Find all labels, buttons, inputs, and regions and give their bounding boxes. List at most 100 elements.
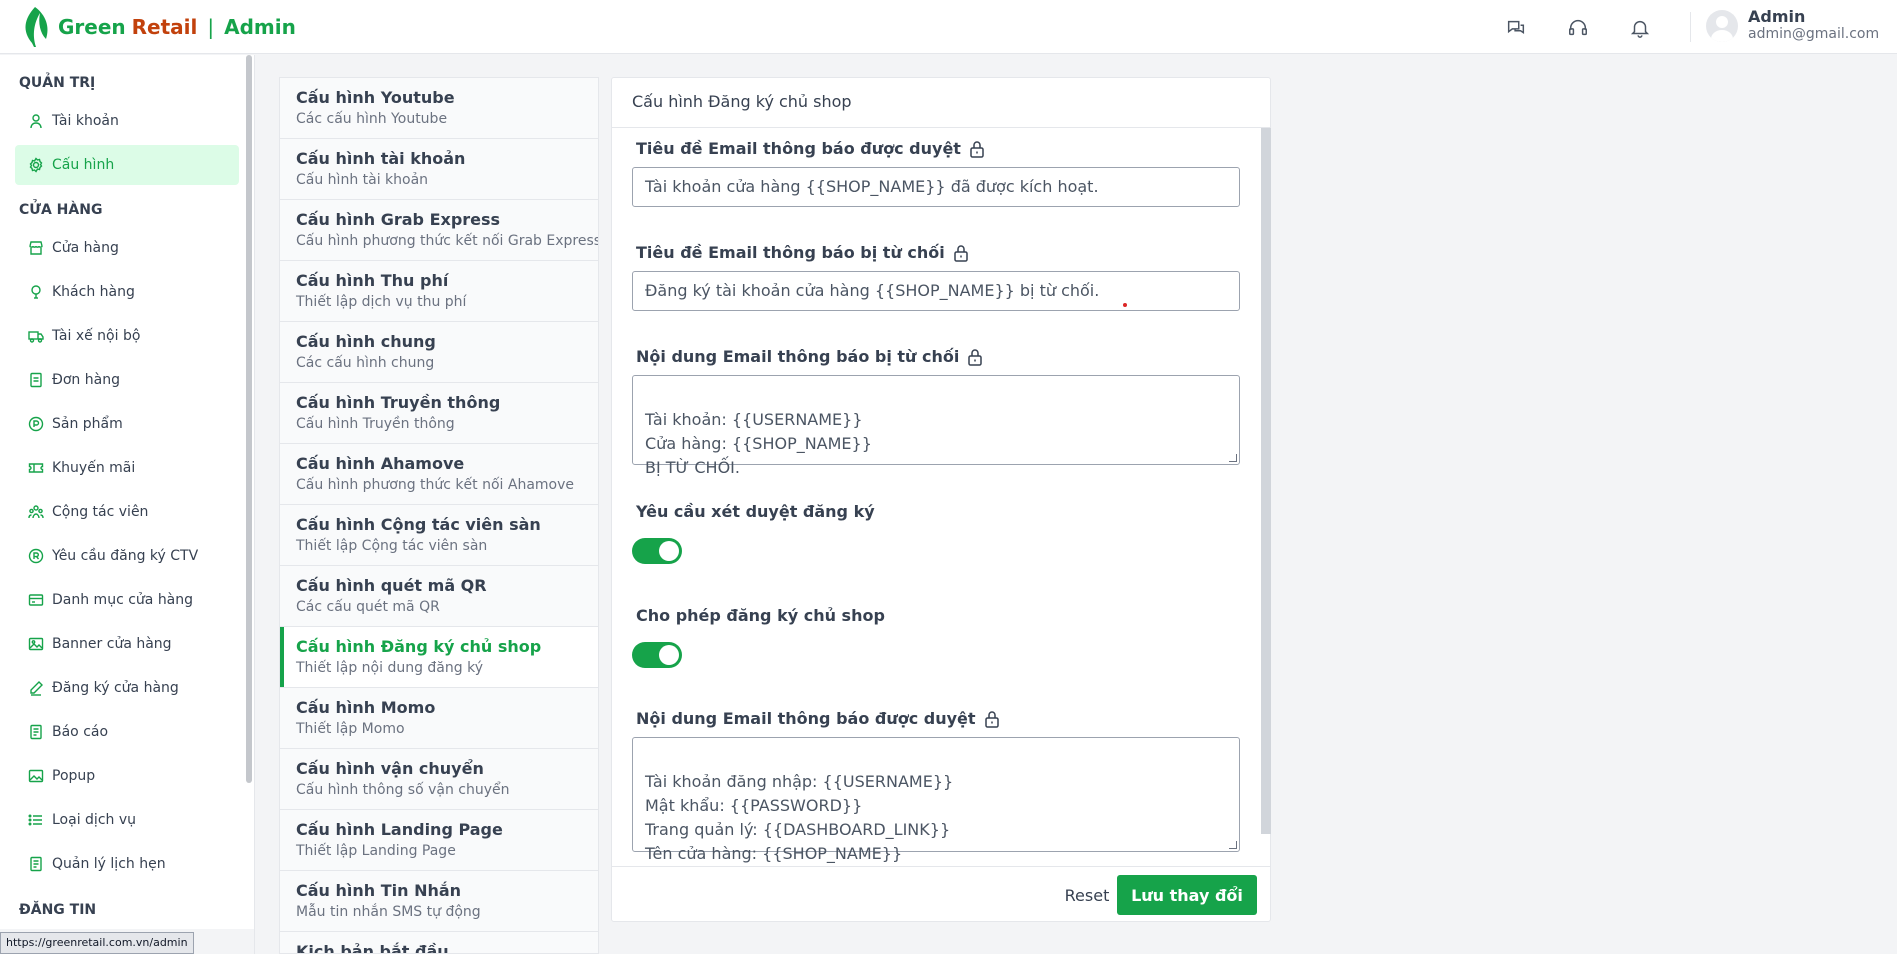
settings-item-shop-register[interactable]: Cấu hình Đăng ký chủ shop Thiết lập nội …	[280, 627, 598, 688]
sidebar-item-order[interactable]: Đơn hàng	[15, 360, 239, 400]
allow-register-toggle[interactable]	[632, 642, 682, 668]
resize-handle[interactable]	[1229, 454, 1237, 462]
sidebar-item-label: Danh mục cửa hàng	[52, 592, 194, 608]
settings-item-title: Cấu hình Ahamove	[296, 454, 465, 473]
settings-item-subtitle: Thiết lập Momo	[296, 721, 405, 737]
settings-item-sms[interactable]: Cấu hình Tin Nhắn Mẫu tin nhắn SMS tự độ…	[280, 871, 598, 932]
settings-item-title: Cấu hình Tin Nhắn	[296, 881, 462, 900]
brand-admin-text: Admin	[224, 14, 296, 39]
settings-item-title: Cấu hình Truyền thông	[296, 393, 501, 412]
gear-icon	[29, 157, 43, 173]
settings-item-ahamove[interactable]: Cấu hình Ahamove Cấu hình phương thức kế…	[280, 444, 598, 505]
settings-item-fee[interactable]: Cấu hình Thu phí Thiết lập dịch vụ thu p…	[280, 261, 598, 322]
brand-green-text: Green	[58, 14, 126, 39]
sidebar: QUẢN TRỊ Tài khoản Cấu hình CỬA HÀNG Cửa…	[0, 55, 255, 954]
save-button[interactable]: Lưu thay đổi	[1117, 875, 1257, 915]
sidebar-item-label: Yêu cầu đăng ký CTV	[52, 548, 199, 564]
settings-item-account[interactable]: Cấu hình tài khoản Cấu hình tài khoản	[280, 139, 598, 200]
sidebar-item-popup[interactable]: Popup	[15, 756, 239, 796]
settings-item-title: Kịch bản bắt đầu	[296, 942, 449, 954]
sidebar-item-ctv-request[interactable]: Yêu cầu đăng ký CTV	[15, 536, 239, 576]
settings-item-youtube[interactable]: Cấu hình Youtube Các cấu hình Youtube	[280, 78, 598, 139]
settings-item-title: Cấu hình Đăng ký chủ shop	[296, 637, 542, 656]
chat-icon[interactable]	[1500, 12, 1532, 44]
sidebar-item-collaborator[interactable]: Cộng tác viên	[15, 492, 239, 532]
sidebar-item-store[interactable]: Cửa hàng	[15, 228, 239, 268]
sidebar-item-store-banner[interactable]: Banner cửa hàng	[15, 624, 239, 664]
sidebar-item-driver[interactable]: Tài xế nội bộ	[15, 316, 239, 356]
sidebar-item-label: Popup	[52, 768, 96, 784]
sidebar-item-service-type[interactable]: Loại dịch vụ	[15, 800, 239, 840]
settings-item-momo[interactable]: Cấu hình Momo Thiết lập Momo	[280, 688, 598, 749]
settings-item-subtitle: Cấu hình tài khoản	[296, 172, 429, 188]
sidebar-item-label: Cộng tác viên	[52, 504, 149, 520]
settings-item-shipping[interactable]: Cấu hình vận chuyển Cấu hình thông số vậ…	[280, 749, 598, 810]
panel-body: Tiêu đề Email thông báo được duyệt Tài k…	[612, 128, 1260, 866]
settings-item-title: Cấu hình vận chuyển	[296, 759, 484, 778]
sidebar-item-label: Loại dịch vụ	[52, 812, 136, 828]
settings-item-subtitle: Cấu hình phương thức kết nối Ahamove	[296, 477, 574, 493]
cursor-dot	[1123, 303, 1127, 307]
sidebar-item-customer[interactable]: Khách hàng	[15, 272, 239, 312]
panel-title: Cấu hình Đăng ký chủ shop	[612, 78, 1270, 128]
settings-item-subtitle: Thiết lập nội dung đăng ký	[296, 660, 483, 676]
sidebar-item-appointment[interactable]: Quản lý lịch hẹn	[15, 844, 239, 884]
headset-icon[interactable]	[1562, 12, 1594, 44]
leaf-logo-icon	[25, 6, 48, 47]
settings-item-subtitle: Cấu hình Truyền thông	[296, 416, 455, 432]
settings-item-landing-page[interactable]: Cấu hình Landing Page Thiết lập Landing …	[280, 810, 598, 871]
settings-item-marketplace-collaborator[interactable]: Cấu hình Cộng tác viên sàn Thiết lập Cộn…	[280, 505, 598, 566]
sidebar-item-report[interactable]: Báo cáo	[15, 712, 239, 752]
sidebar-section-post: ĐĂNG TIN	[19, 902, 97, 918]
shop-register-panel: Cấu hình Đăng ký chủ shop Tiêu đề Email …	[611, 77, 1271, 922]
resize-handle[interactable]	[1229, 841, 1237, 849]
settings-item-title: Cấu hình tài khoản	[296, 149, 466, 168]
sidebar-item-product[interactable]: Sản phẩm	[15, 404, 239, 444]
settings-item-start-script[interactable]: Kịch bản bắt đầu	[280, 932, 598, 954]
sidebar-item-label: Tài xế nội bộ	[52, 328, 141, 344]
sidebar-item-label: Tài khoản	[52, 113, 119, 129]
sidebar-section-store: CỬA HÀNG	[19, 202, 103, 218]
settings-item-grab[interactable]: Cấu hình Grab Express Cấu hình phương th…	[280, 200, 598, 261]
sidebar-item-label: Cửa hàng	[52, 240, 119, 256]
sidebar-item-store-category[interactable]: Danh mục cửa hàng	[15, 580, 239, 620]
approved-subject-input[interactable]: Tài khoản cửa hàng {{SHOP_NAME}} đã được…	[632, 167, 1240, 207]
brand-separator: |	[207, 14, 215, 39]
settings-item-title: Cấu hình Cộng tác viên sàn	[296, 515, 541, 534]
calendar-icon	[30, 856, 42, 872]
sidebar-item-label: Banner cửa hàng	[52, 636, 172, 652]
bell-icon[interactable]	[1624, 12, 1656, 44]
store-icon	[29, 241, 43, 255]
rejected-subject-input[interactable]: Đăng ký tài khoản cửa hàng {{SHOP_NAME}}…	[632, 271, 1240, 311]
image-icon	[28, 637, 44, 651]
pencil-icon	[30, 681, 43, 696]
require-review-toggle[interactable]	[632, 538, 682, 564]
rejected-body-text: Tài khoản: {{USERNAME}} Cửa hàng: {{SHOP…	[645, 410, 872, 477]
lock-icon	[984, 710, 999, 728]
sidebar-scrollbar[interactable]	[246, 55, 252, 783]
user-menu[interactable]: Admin admin@gmail.com	[1706, 8, 1879, 43]
approved-body-textarea[interactable]: Tài khoản đăng nhập: {{USERNAME}} Mật kh…	[632, 737, 1240, 863]
sidebar-item-promotion[interactable]: Khuyến mãi	[15, 448, 239, 488]
rejected-body-label: Nội dung Email thông báo bị từ chối	[636, 347, 983, 366]
report-icon	[30, 724, 42, 740]
toggle-knob	[659, 541, 679, 561]
logo[interactable]: Green Retail | Admin	[20, 5, 296, 49]
team-icon	[28, 505, 44, 519]
sidebar-item-account[interactable]: Tài khoản	[15, 101, 239, 141]
customer-icon	[31, 285, 41, 299]
panel-footer: Reset Lưu thay đổi	[612, 866, 1270, 922]
settings-item-qr[interactable]: Cấu hình quét mã QR Các cấu quét mã QR	[280, 566, 598, 627]
sidebar-item-config[interactable]: Cấu hình	[15, 145, 239, 185]
sidebar-item-store-register[interactable]: Đăng ký cửa hàng	[15, 668, 239, 708]
settings-item-subtitle: Thiết lập Landing Page	[296, 843, 456, 859]
settings-item-general[interactable]: Cấu hình chung Các cấu hình chung	[280, 322, 598, 383]
sidebar-item-label: Quản lý lịch hẹn	[52, 856, 166, 872]
panel-scrollbar[interactable]	[1261, 128, 1271, 834]
ticket-icon	[28, 463, 44, 473]
popup-icon	[28, 769, 44, 783]
settings-item-media[interactable]: Cấu hình Truyền thông Cấu hình Truyền th…	[280, 383, 598, 444]
rejected-body-textarea[interactable]: Tài khoản: {{USERNAME}} Cửa hàng: {{SHOP…	[632, 375, 1240, 477]
card-icon	[28, 594, 44, 606]
sidebar-item-label: Sản phẩm	[52, 416, 123, 432]
